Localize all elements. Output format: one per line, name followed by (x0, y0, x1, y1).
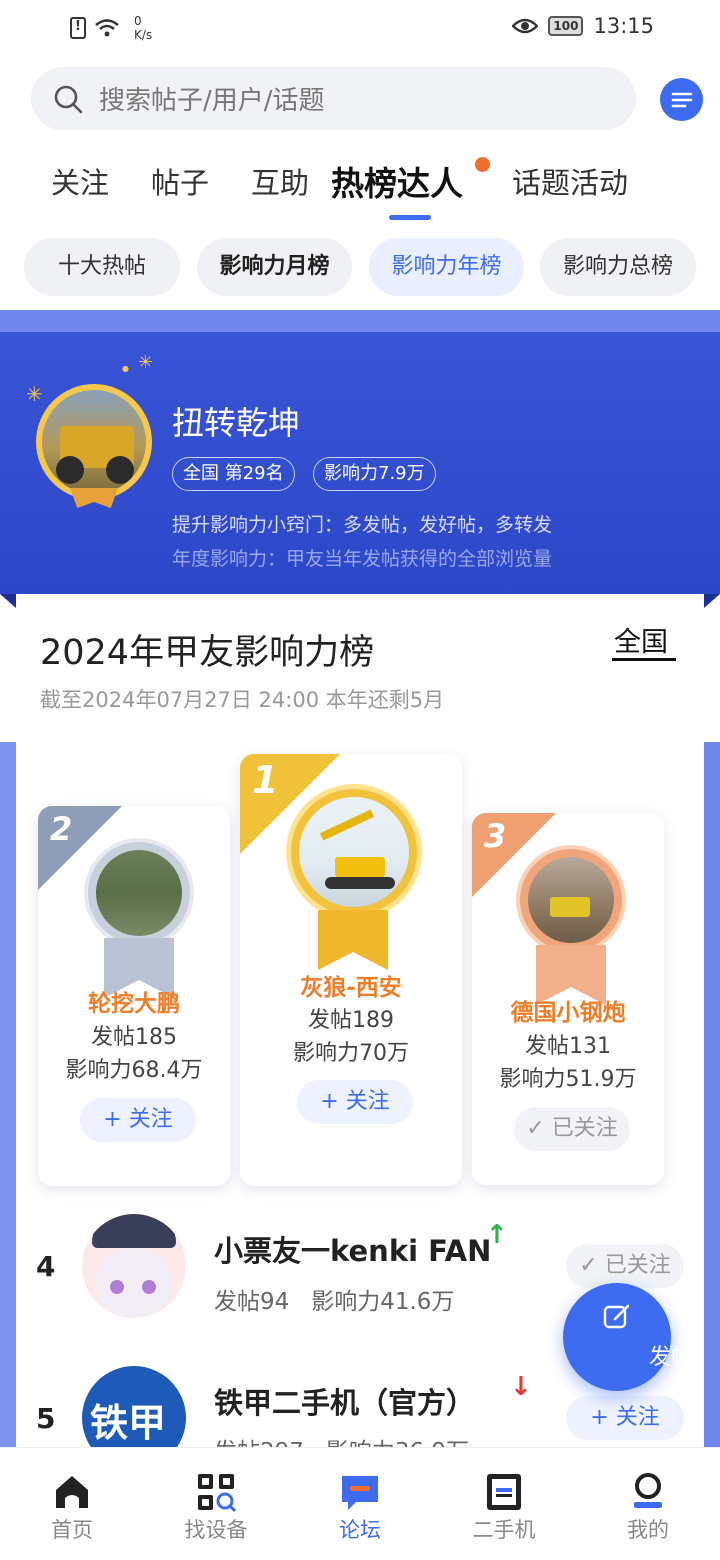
row-stats: 发帖94 影响力41.6万 (214, 1289, 455, 1315)
tab-topics[interactable]: 话题活动 (512, 160, 628, 202)
tab-help[interactable]: 互助 (251, 160, 309, 202)
ranking-chips: 十大热帖 影响力月榜 影响力年榜 影响力总榜 (24, 238, 704, 296)
podium-posts: 发帖131 (525, 1034, 611, 1059)
row-name: 铁甲二手机（官方） (214, 1386, 476, 1420)
podium-name: 德国小钢炮 (510, 1000, 626, 1026)
eye-icon (512, 18, 539, 34)
chip-total[interactable]: 影响力总榜 (540, 238, 696, 296)
bottom-nav: 首页 找设备 论坛 二手机 我的 (0, 1447, 720, 1560)
trend-up-icon: ↑ (486, 1220, 508, 1250)
search-bar[interactable]: 搜索帖子/用户/话题 (31, 67, 636, 130)
chip-top-ten[interactable]: 十大热帖 (24, 238, 180, 296)
sparkle-icon: ✳ (138, 352, 154, 373)
tab-posts[interactable]: 帖子 (151, 160, 209, 202)
influence-note: 年度影响力：甲友当年发帖获得的全部浏览量 (172, 548, 553, 570)
ranking-deadline: 截至2024年07月27日 24:00 本年还剩5月 (40, 688, 445, 712)
podium-card-2[interactable]: 2 轮挖大鹏 发帖185 影响力68.4万 + 关注 (38, 806, 230, 1186)
gold-ribbon (318, 910, 388, 970)
forum-tabs: 关注 帖子 互助 热榜达人 话题活动 (0, 160, 720, 220)
clock: 13:15 (593, 14, 654, 38)
fab-label: 发帖 (648, 1345, 693, 1370)
follow-button[interactable]: + 关注 (80, 1098, 196, 1142)
row-name: 小票友一kenki FAN (214, 1234, 492, 1268)
sim-alert-icon (70, 17, 86, 39)
forum-page: 0 K/s 100 13:15 搜索帖子/用户/话题 关注 帖子 (0, 0, 720, 1560)
battery-indicator: 100 (548, 16, 584, 36)
my-influence-badge: 影响力7.9万 (313, 457, 436, 491)
my-name: 扭转乾坤 (172, 404, 301, 442)
chip-monthly[interactable]: 影响力月榜 (197, 238, 352, 296)
search-icon (54, 85, 83, 113)
net-speed-value: 0 (134, 14, 142, 28)
podium-name: 轮挖大鹏 (88, 991, 180, 1017)
nav-home[interactable]: 首页 (0, 1448, 144, 1560)
row-rank: 5 (36, 1402, 56, 1435)
nav-find-equipment[interactable]: 找设备 (144, 1448, 288, 1560)
podium-name: 灰狼-西安 (300, 975, 402, 1001)
podium-card-1[interactable]: 1 灰狼-西安 发帖189 影响力70万 + 关注 (240, 754, 462, 1186)
podium-influence: 影响力51.9万 (499, 1067, 637, 1092)
status-bar: 0 K/s 100 13:15 (0, 0, 720, 56)
podium-posts: 发帖189 (308, 1008, 394, 1033)
row-rank: 4 (36, 1250, 56, 1283)
my-rank-badge: 全国 第29名 (172, 457, 295, 491)
tab-follow[interactable]: 关注 (51, 160, 109, 202)
region-underline (612, 658, 676, 661)
row-avatar[interactable] (82, 1214, 186, 1318)
chat-bubble-icon (342, 1476, 378, 1510)
influence-tip: 提升影响力小窍门：多发帖，发好帖，多转发 (172, 514, 553, 536)
trend-down-icon: ↓ (510, 1372, 532, 1402)
search-placeholder: 搜索帖子/用户/话题 (99, 86, 325, 116)
new-dot-badge (475, 157, 490, 172)
bronze-medal-avatar (516, 845, 626, 955)
followed-button[interactable]: ✓ 已关注 (514, 1107, 630, 1151)
qr-scan-icon (198, 1474, 236, 1512)
podium-influence: 影响力68.4万 (65, 1058, 203, 1083)
nav-used-machines[interactable]: 二手机 (432, 1448, 576, 1560)
followed-button[interactable]: ✓ 已关注 (566, 1244, 684, 1288)
net-speed-unit: K/s (134, 28, 153, 42)
post-fab-button[interactable]: 发帖 (563, 1283, 693, 1391)
wifi-icon (95, 19, 119, 37)
menu-list-button[interactable] (660, 78, 703, 121)
home-icon (56, 1476, 88, 1508)
edit-icon (603, 1304, 630, 1329)
follow-button[interactable]: + 关注 (297, 1080, 413, 1124)
chip-yearly[interactable]: 影响力年榜 (369, 238, 524, 296)
podium-influence: 影响力70万 (293, 1041, 409, 1066)
active-tab-indicator (389, 215, 431, 220)
sparkle-dot-icon: ● (122, 364, 129, 373)
ranking-title: 2024年甲友影响力榜 (40, 633, 375, 673)
podium-card-3[interactable]: 3 德国小钢炮 发帖131 影响力51.9万 ✓ 已关注 (472, 813, 664, 1185)
silver-medal-avatar (84, 838, 194, 948)
document-icon (487, 1474, 521, 1510)
my-avatar[interactable] (36, 384, 152, 500)
follow-button[interactable]: + 关注 (566, 1396, 684, 1440)
region-selector[interactable]: 全国 (614, 620, 668, 659)
profile-icon (634, 1473, 662, 1508)
tab-hot-users[interactable]: 热榜达人 (331, 157, 463, 205)
gold-medal-avatar (286, 784, 422, 920)
list-icon (671, 92, 692, 107)
sparkle-icon: ✳ (26, 382, 43, 406)
podium-posts: 发帖185 (91, 1025, 177, 1050)
nav-me[interactable]: 我的 (576, 1448, 720, 1560)
nav-forum[interactable]: 论坛 (288, 1448, 432, 1560)
